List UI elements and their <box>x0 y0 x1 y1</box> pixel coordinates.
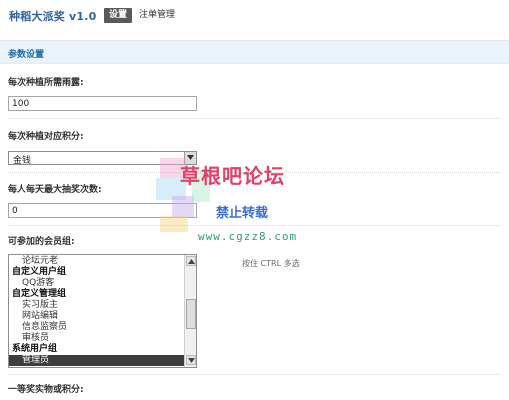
list-group-header: 自定义管理组 <box>12 289 67 299</box>
watermark-subtitle: 禁止转载 <box>216 206 269 221</box>
points-type-label: 每次种植对应积分: <box>8 132 84 142</box>
list-item[interactable]: 论坛元老 <box>9 256 185 267</box>
watermark-logo-block <box>160 216 188 232</box>
tab-order-management[interactable]: 注单管理 <box>139 8 175 23</box>
top-bar: 种稻大派奖 v1.0 设置 注单管理 <box>0 0 509 30</box>
section-title: 参数设置 <box>8 50 45 60</box>
list-item[interactable]: 实习版主 <box>9 300 185 311</box>
listbox-scrollbar[interactable] <box>184 255 196 367</box>
watermark-url: www.cgzz8.com <box>198 230 298 243</box>
rain-cost-input[interactable] <box>8 96 197 111</box>
scroll-up-icon[interactable] <box>186 256 196 266</box>
list-item[interactable]: 网站编辑 <box>9 311 185 322</box>
watermark-title: 草根吧论坛 <box>180 164 285 188</box>
watermark-logo-block <box>172 196 194 218</box>
list-item[interactable]: 审核员 <box>9 333 185 344</box>
multi-select-hint: 按住 CTRL 多选 <box>242 259 300 268</box>
section-header: 参数设置 <box>0 40 509 64</box>
list-group-header: 自定义用户组 <box>12 267 67 277</box>
scroll-down-icon[interactable] <box>186 355 196 365</box>
member-groups-listbox[interactable]: 论坛元老 自定义用户组 QQ游客 自定义管理组 实习版主 网站编辑 信息监察员 … <box>8 254 197 368</box>
app-title: 种稻大派奖 v1.0 <box>9 10 97 23</box>
divider <box>8 374 501 375</box>
member-groups-label: 可参加的会员组: <box>8 237 75 247</box>
tab-settings[interactable]: 设置 <box>104 8 132 23</box>
list-item[interactable]: 信息监察员 <box>9 322 185 333</box>
first-prize-label: 一等奖实物或积分: <box>8 385 84 395</box>
watermark: 草根吧论坛 禁止转载 www.cgzz8.com <box>156 156 356 246</box>
list-item[interactable]: QQ游客 <box>9 278 185 289</box>
divider <box>8 118 501 119</box>
scrollbar-thumb[interactable] <box>186 299 196 329</box>
list-group-header: 系统用户组 <box>12 344 58 354</box>
list-item-selected[interactable]: 管理员 <box>9 355 185 366</box>
rain-cost-label: 每次种植所需雨露: <box>8 78 84 88</box>
points-type-value: 金钱 <box>13 156 32 166</box>
daily-limit-label: 每人每天最大抽奖次数: <box>8 185 102 195</box>
